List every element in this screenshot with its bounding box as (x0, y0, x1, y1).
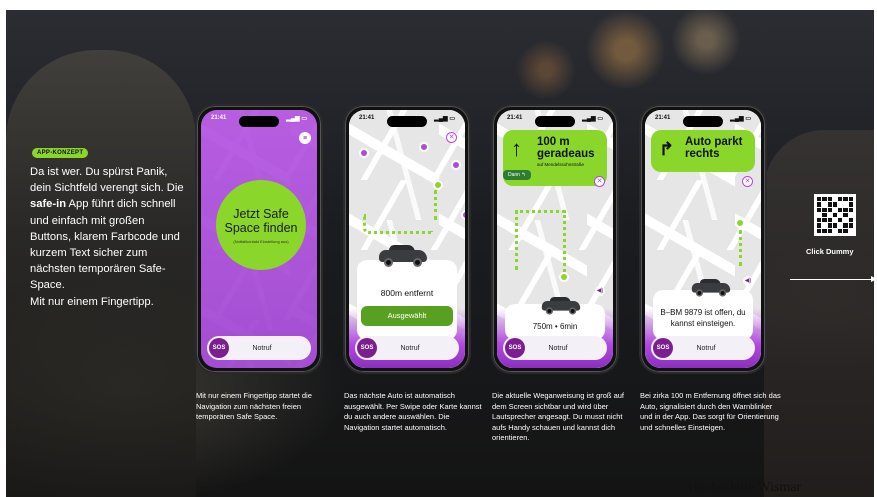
speaker-icon[interactable]: ◀) (743, 276, 753, 286)
intro-text-part1: Da ist wer. Du spürst Panik, dein Sichtf… (30, 166, 184, 195)
car-image (690, 278, 732, 297)
status-bar: 21:41 ▂▄▆ ▭ (507, 115, 603, 125)
next-instruction-label: Dann (508, 172, 520, 178)
car-distance: 800m entfernt (380, 288, 434, 298)
navigation-instruction: 100 m geradeaus (537, 136, 595, 160)
background-person-right (764, 130, 874, 497)
status-bar: 21:41 ▂▄▆ ▭ (359, 115, 455, 125)
route-line (563, 210, 567, 272)
signal-battery-icon: ▂▄▆ ▭ (582, 116, 603, 122)
turn-left-icon: ↰ (521, 172, 526, 178)
route-line (739, 230, 743, 266)
next-instruction-chip: Dann ↰ (503, 170, 531, 180)
selected-car-pin[interactable] (433, 180, 443, 190)
click-dummy-label: Click Dummy (806, 247, 854, 256)
phone-screen-1: 21:41 ▂▄▆ ▭ ≡ Jetzt Safe Space finden (N… (195, 104, 323, 374)
route-eta: 750m • 6min (532, 322, 578, 331)
menu-icon[interactable]: ≡ (299, 132, 311, 144)
status-time: 21:41 (211, 115, 227, 121)
car-location-pin[interactable] (359, 148, 369, 158)
intro-text: Da ist wer. Du spürst Panik, dein Sichtf… (30, 164, 188, 310)
status-time: 21:41 (655, 115, 671, 121)
intro-text-part3: Mit nur einem Fingertipp. (30, 295, 154, 308)
emergency-bar[interactable]: SOS Notruf (207, 336, 311, 360)
find-safe-space-button[interactable]: Jetzt Safe Space finden (Notfallkontakt … (216, 180, 306, 270)
emergency-bar[interactable]: SOS Notruf (651, 336, 755, 360)
caption-step-2: Das nächste Auto ist automatisch ausgewä… (344, 391, 482, 432)
car-open-card: B–BM 9879 ist offen, du kannst einsteige… (653, 290, 753, 340)
turn-right-icon: ↱ (659, 139, 675, 159)
caption-step-3: Die aktuelle Weganweisung ist groß auf d… (492, 391, 625, 442)
car-image (540, 296, 582, 315)
intro-brand-name: safe-in (30, 198, 67, 211)
emergency-contact-note: (Notfallkontakt Einstellung aus) (233, 238, 289, 244)
emergency-bar[interactable]: SOS Notruf (355, 336, 459, 360)
arrow-right-icon (790, 276, 874, 282)
sos-button[interactable]: SOS (209, 338, 229, 358)
signal-battery-icon: ▂▄▆ ▭ (434, 116, 455, 122)
sos-button[interactable]: SOS (505, 338, 525, 358)
car-image (377, 244, 429, 267)
phone-screen-3: 21:41 ▂▄▆ ▭ ↑ 100 m geradeaus auf Mendel… (491, 104, 619, 374)
watermark: Hochschule Wismar (688, 480, 802, 495)
car-location-pin[interactable] (419, 142, 429, 152)
close-icon[interactable]: ✕ (742, 176, 753, 187)
navigation-instruction-card: ↱ Auto parkt rechts (651, 130, 755, 172)
emergency-bar[interactable]: SOS Notruf (503, 336, 607, 360)
car-location-pin[interactable] (451, 160, 461, 170)
notruf-label: Notruf (400, 344, 420, 352)
caption-step-1: Mit nur einem Fingertipp startet die Nav… (196, 391, 312, 421)
find-safe-space-label: Jetzt Safe Space finden (224, 206, 298, 235)
route-line (515, 210, 565, 270)
notruf-label: Notruf (548, 344, 568, 352)
selected-button[interactable]: Ausgewählt (361, 306, 453, 326)
car-selection-card[interactable]: 800m entfernt Ausgewählt (357, 260, 457, 340)
navigation-street: auf Mendelssohnstraße (537, 162, 585, 167)
phone-screen-4: 21:41 ▂▄▆ ▭ ↱ Auto parkt rechts ✕ ◀) B–B… (639, 104, 767, 374)
intro-text-part2: App führt dich schnell und einfach mit g… (30, 198, 180, 292)
status-bar: 21:41 ▂▄▆ ▭ (211, 115, 307, 125)
status-bar: 21:41 ▂▄▆ ▭ (655, 115, 751, 125)
caption-step-4: Bei zirka 100 m Entfernung öffnet sich d… (640, 391, 781, 432)
close-icon[interactable]: ✕ (594, 176, 605, 187)
close-icon[interactable]: ✕ (446, 132, 457, 143)
car-location-pin (735, 218, 745, 228)
user-location-pin (559, 272, 569, 282)
status-time: 21:41 (359, 115, 375, 121)
sos-button[interactable]: SOS (357, 338, 377, 358)
speaker-icon[interactable]: ◀) (595, 286, 605, 296)
notruf-label: Notruf (252, 344, 272, 352)
sos-button[interactable]: SOS (653, 338, 673, 358)
signal-battery-icon: ▂▄▆ ▭ (286, 116, 307, 122)
app-concept-badge: APP-KONZEPT (32, 148, 89, 158)
arrow-up-icon: ↑ (511, 136, 522, 161)
car-open-message: B–BM 9879 ist offen, du kannst einsteige… (660, 308, 746, 328)
route-line (409, 190, 437, 220)
notruf-label: Notruf (696, 344, 716, 352)
qr-code[interactable] (814, 194, 856, 236)
phone-screen-2: 21:41 ▂▄▆ ▭ ✕ 800m entfernt Ausgewählt S… (343, 104, 471, 374)
presentation-slide: APP-KONZEPT Da ist wer. Du spürst Panik,… (6, 10, 874, 497)
navigation-instruction: Auto parkt rechts (685, 136, 743, 160)
status-time: 21:41 (507, 115, 523, 121)
car-location-pin[interactable] (461, 210, 465, 220)
signal-battery-icon: ▂▄▆ ▭ (730, 116, 751, 122)
